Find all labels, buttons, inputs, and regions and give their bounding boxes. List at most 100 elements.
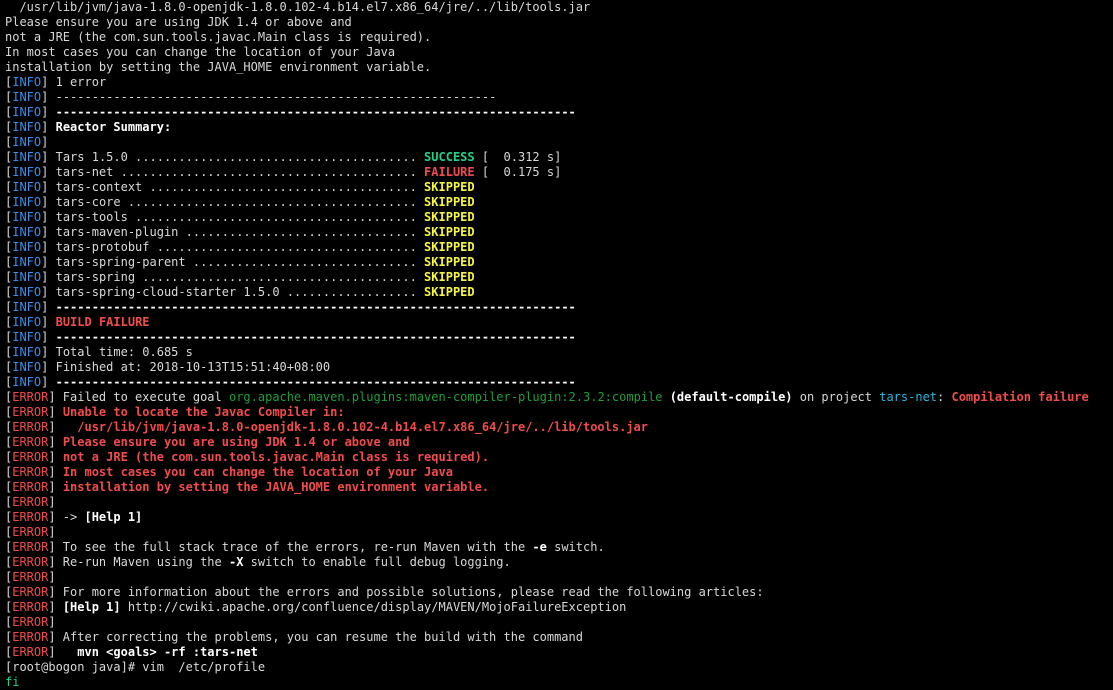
- terminal-text: ] Failed to execute goal: [48, 390, 229, 404]
- terminal-text: installation by setting the JAVA_HOME en…: [62, 480, 490, 494]
- terminal-line: fi: [5, 675, 1113, 690]
- terminal-text: ----------------------------------------…: [55, 375, 576, 389]
- terminal-text: ]: [48, 570, 56, 584]
- terminal-text: fi: [5, 675, 20, 689]
- terminal-text: ERROR: [12, 600, 49, 614]
- terminal-line: [ERROR]: [5, 615, 1113, 630]
- terminal-text: ERROR: [12, 495, 49, 509]
- terminal-line: In most cases you can change the locatio…: [5, 45, 1113, 60]
- terminal-line: [ERROR] Failed to execute goal org.apach…: [5, 390, 1113, 405]
- terminal-text: tars-net: [879, 390, 938, 404]
- terminal-line: [ERROR] installation by setting the JAVA…: [5, 480, 1113, 495]
- terminal-line: [INFO] 1 error: [5, 75, 1113, 90]
- terminal-text: ]: [48, 450, 63, 464]
- terminal-text: ] After correcting the problems, you can…: [48, 630, 583, 644]
- terminal-text: INFO: [12, 360, 42, 374]
- terminal-text: FAILURE: [424, 165, 475, 179]
- terminal-text: ----------------------------------------…: [55, 105, 576, 119]
- terminal-text: SKIPPED: [424, 270, 475, 284]
- terminal-text: ERROR: [12, 390, 49, 404]
- terminal-text: SKIPPED: [424, 225, 475, 239]
- terminal-line: [INFO] ---------------------------------…: [5, 375, 1113, 390]
- terminal-line: [INFO] tars-spring-cloud-starter 1.5.0 .…: [5, 285, 1113, 300]
- terminal-text: ]: [48, 465, 63, 479]
- terminal-text: ]: [41, 120, 56, 134]
- terminal-text: ] Total time: 0.685 s: [41, 345, 193, 359]
- terminal-text: -X: [228, 555, 244, 569]
- terminal-text: INFO: [12, 345, 42, 359]
- terminal-text: INFO: [12, 330, 42, 344]
- terminal-text: /usr/lib/jvm/java-1.8.0-openjdk-1.8.0.10…: [62, 420, 649, 434]
- terminal-text: ] Finished at: 2018-10-13T15:51:40+08:00: [41, 360, 331, 374]
- terminal-line: [ERROR] Please ensure you are using JDK …: [5, 435, 1113, 450]
- terminal-line: [ERROR] Re-run Maven using the -X switch…: [5, 555, 1113, 570]
- terminal-text: ] tars-spring-cloud-starter 1.5.0 ......…: [41, 285, 425, 299]
- terminal-text: ]: [41, 375, 56, 389]
- terminal-line: [INFO] BUILD FAILURE: [5, 315, 1113, 330]
- terminal-text: ] tars-net .............................…: [41, 165, 425, 179]
- terminal-line: [INFO] Total time: 0.685 s: [5, 345, 1113, 360]
- terminal-text: ] Tars 1.5.0 ...........................…: [41, 150, 425, 164]
- terminal-text: ] tars-spring-parent ...................…: [41, 255, 425, 269]
- terminal-line: [ERROR]: [5, 570, 1113, 585]
- terminal-text: ]: [48, 525, 56, 539]
- terminal-text: [Help 1]: [84, 510, 143, 524]
- terminal-text: ]: [48, 495, 56, 509]
- terminal-text: SKIPPED: [424, 195, 475, 209]
- terminal-text: In most cases you can change the locatio…: [5, 45, 396, 59]
- terminal-text: switch.: [546, 540, 605, 554]
- terminal-line: [INFO] ---------------------------------…: [5, 330, 1113, 345]
- terminal-line: [ERROR] Unable to locate the Javac Compi…: [5, 405, 1113, 420]
- terminal-line: [INFO] tars-context ....................…: [5, 180, 1113, 195]
- terminal-text: ERROR: [12, 585, 49, 599]
- terminal-text: [root@bogon java]# vim /etc/profile: [5, 660, 266, 674]
- terminal-text: Please ensure you are using JDK 1.4 or a…: [62, 435, 410, 449]
- terminal-text: ERROR: [12, 615, 49, 629]
- terminal-text: INFO: [12, 120, 42, 134]
- terminal-text: (default-compile): [669, 390, 793, 404]
- terminal-text: ]: [41, 300, 56, 314]
- terminal-line: [INFO] tars-spring-parent ..............…: [5, 255, 1113, 270]
- terminal-window[interactable]: /usr/lib/jvm/java-1.8.0-openjdk-1.8.0.10…: [0, 0, 1113, 689]
- terminal-line: [ERROR] -> [Help 1]: [5, 510, 1113, 525]
- terminal-text: SKIPPED: [424, 240, 475, 254]
- terminal-text: INFO: [12, 165, 42, 179]
- terminal-text: [Help 1]: [62, 600, 121, 614]
- terminal-text: ]: [41, 135, 49, 149]
- terminal-text: ]: [48, 645, 78, 659]
- terminal-text: installation by setting the JAVA_HOME en…: [5, 60, 432, 74]
- terminal-text: ]: [48, 420, 63, 434]
- terminal-line: [INFO] ---------------------------------…: [5, 300, 1113, 315]
- terminal-text: ERROR: [12, 435, 49, 449]
- terminal-text: INFO: [12, 150, 42, 164]
- terminal-line: [ERROR] not a JRE (the com.sun.tools.jav…: [5, 450, 1113, 465]
- terminal-line: installation by setting the JAVA_HOME en…: [5, 60, 1113, 75]
- terminal-text: ] --------------------------------------…: [41, 90, 497, 104]
- terminal-text: In most cases you can change the locatio…: [62, 465, 453, 479]
- terminal-line: [INFO] tars-net ........................…: [5, 165, 1113, 180]
- terminal-text: Compilation failure: [951, 390, 1089, 404]
- terminal-text: /usr/lib/jvm/java-1.8.0-openjdk-1.8.0.10…: [5, 0, 591, 14]
- terminal-text: ERROR: [12, 465, 49, 479]
- terminal-text: [ 0.175 s]: [474, 165, 562, 179]
- terminal-text: Please ensure you are using JDK 1.4 or a…: [5, 15, 352, 29]
- terminal-text: ERROR: [12, 525, 49, 539]
- terminal-text: ] tars-tools ...........................…: [41, 210, 425, 224]
- terminal-text: not a JRE (the com.sun.tools.javac.Main …: [62, 450, 490, 464]
- terminal-text: ]: [48, 435, 63, 449]
- terminal-text: ]: [48, 615, 56, 629]
- terminal-text: INFO: [12, 210, 42, 224]
- terminal-text: ] tars-protobuf ........................…: [41, 240, 425, 254]
- terminal-text: SUCCESS: [424, 150, 475, 164]
- terminal-text: on project: [792, 390, 880, 404]
- terminal-text: INFO: [12, 90, 42, 104]
- terminal-line: [INFO] tars-tools ......................…: [5, 210, 1113, 225]
- terminal-line: [ERROR] /usr/lib/jvm/java-1.8.0-openjdk-…: [5, 420, 1113, 435]
- terminal-text: ] tars-spring ..........................…: [41, 270, 425, 284]
- terminal-text: ] tars-maven-plugin ....................…: [41, 225, 425, 239]
- terminal-line: [INFO] ---------------------------------…: [5, 105, 1113, 120]
- terminal-text: ] ->: [48, 510, 85, 524]
- terminal-text: SKIPPED: [424, 255, 475, 269]
- terminal-text: INFO: [12, 270, 42, 284]
